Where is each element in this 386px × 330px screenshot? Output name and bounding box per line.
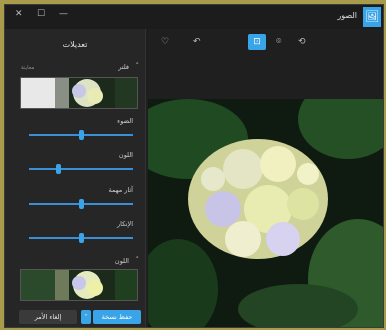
heart-icon[interactable]: ♡	[161, 37, 169, 47]
photos-window: ✕ ☐ — الصور 🖼 تعديلات معاينة ˄ فلتر الضو…	[4, 4, 384, 328]
main-photo	[148, 99, 383, 327]
cancel-button[interactable]: إلغاء الأمر	[19, 310, 77, 324]
save-dropdown-button[interactable]: ˅	[81, 310, 91, 324]
undo-icon[interactable]: ↶	[193, 37, 201, 47]
chevron-up-icon-2[interactable]: ˄	[136, 256, 140, 264]
slider-label-4: الإنكار	[116, 220, 133, 228]
location-icon[interactable]: ⌾	[276, 37, 281, 47]
minimize-window-icon[interactable]: —	[59, 9, 68, 19]
filter-hint: معاينة	[21, 65, 35, 71]
color-section-label: اللون	[114, 257, 129, 265]
app-title: الصور	[337, 11, 357, 20]
crop-icon: ⊡	[253, 37, 261, 47]
slider-track-2[interactable]	[29, 164, 133, 174]
hydrangea-photo	[148, 99, 383, 327]
filter-section-label: فلتر	[118, 63, 129, 71]
adjustments-panel: تعديلات معاينة ˄ فلتر الضوء اللون آثار م…	[5, 29, 146, 327]
rotate-icon[interactable]: ⟲	[298, 37, 306, 47]
slider-label-2: اللون	[118, 151, 133, 159]
filter-preview[interactable]	[20, 77, 138, 109]
slider-thumb-4[interactable]	[79, 233, 84, 243]
slider-thumb-3[interactable]	[79, 199, 84, 209]
slider-track-1[interactable]	[29, 130, 133, 140]
panel-title: تعديلات	[62, 40, 88, 49]
title-bar: ✕ ☐ — الصور 🖼	[5, 5, 383, 29]
chevron-up-icon[interactable]: ˄	[136, 62, 140, 70]
color-preview[interactable]	[20, 269, 138, 301]
close-window-icon[interactable]: ✕	[15, 9, 23, 19]
slider-thumb-1[interactable]	[79, 130, 84, 140]
crop-tool-button[interactable]: ⊡	[248, 34, 266, 50]
maximize-window-icon[interactable]: ☐	[37, 9, 45, 19]
slider-label-1: الضوء	[117, 117, 133, 125]
slider-label-3: آثار مهمة	[108, 186, 133, 194]
filter-preview-image	[21, 78, 137, 108]
photos-app-icon: 🖼	[363, 7, 381, 27]
slider-track-3[interactable]	[29, 199, 133, 209]
save-copy-button[interactable]: حفظ نسخة	[93, 310, 141, 324]
slider-thumb-2[interactable]	[56, 164, 61, 174]
color-preview-image	[21, 270, 137, 300]
slider-track-4[interactable]	[29, 233, 133, 243]
